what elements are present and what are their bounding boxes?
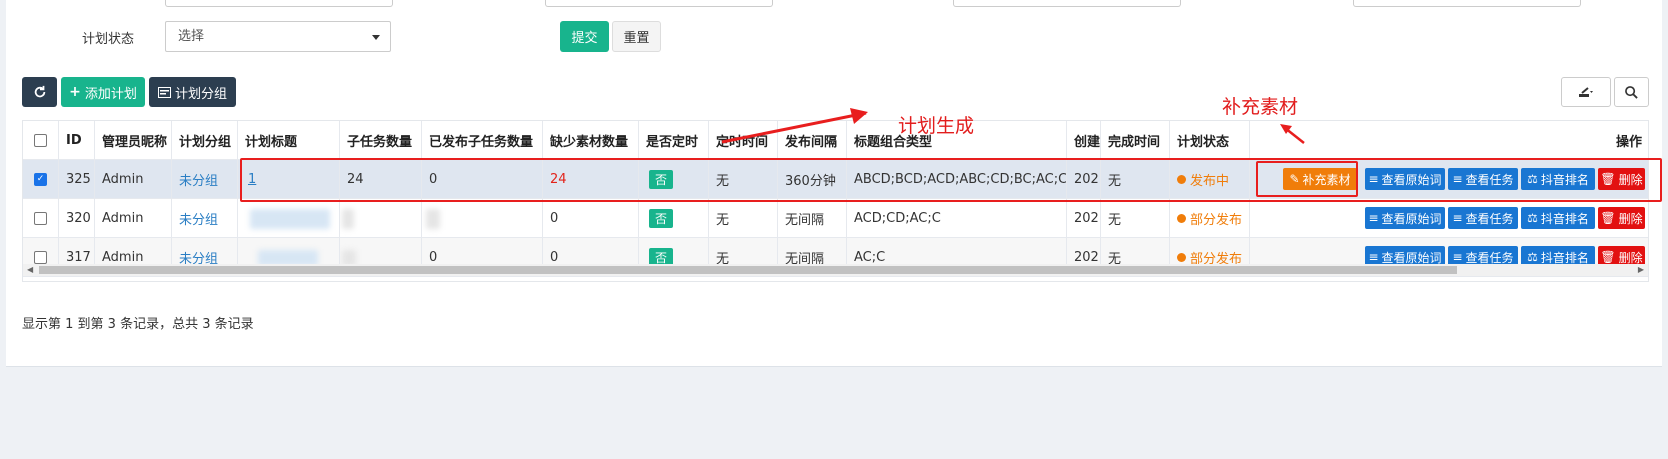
arrow-plan-generate bbox=[721, 111, 867, 144]
annotation-arrows bbox=[721, 108, 1305, 144]
arrow-plan-generate-head bbox=[850, 108, 868, 124]
